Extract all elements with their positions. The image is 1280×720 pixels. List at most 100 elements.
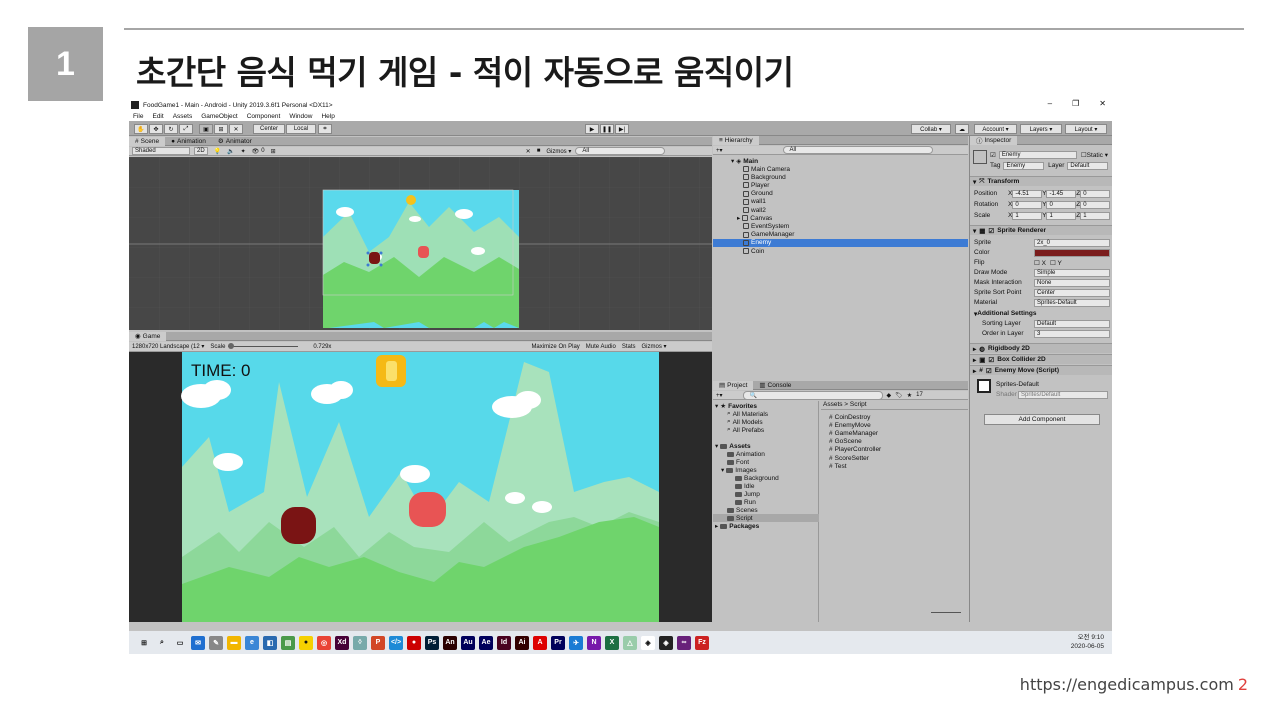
filter-label-icon[interactable]: 🏷	[895, 392, 903, 399]
order-input[interactable]: 3	[1034, 329, 1110, 338]
position-z[interactable]: 0	[1080, 189, 1111, 198]
menu-window[interactable]: Window	[289, 113, 312, 120]
layers-dropdown[interactable]: Layers ▾	[1020, 124, 1062, 134]
drawmode-dropdown[interactable]: Simple	[1034, 268, 1110, 277]
filezilla-icon[interactable]: Fz	[695, 635, 709, 650]
game-canvas[interactable]: TIME: 0	[129, 352, 712, 622]
hierarchy-item[interactable]: Ground	[713, 190, 968, 198]
indesign-icon[interactable]: Id	[497, 635, 511, 650]
rect-tool-icon[interactable]: ▣	[199, 124, 213, 134]
flip-y-checkbox[interactable]: ☐ Y	[1050, 259, 1062, 267]
sortlayer-dropdown[interactable]: Default	[1034, 319, 1110, 328]
game-player[interactable]	[409, 492, 446, 527]
kakaotalk-icon[interactable]: ●	[299, 635, 313, 650]
folder-script[interactable]: Script	[713, 514, 819, 522]
chevron-right-icon[interactable]: ▸	[737, 214, 740, 222]
tab-inspector[interactable]: ⓘ Inspector	[970, 135, 1018, 145]
collab-dropdown[interactable]: Collab ▾	[911, 124, 951, 134]
hierarchy-item[interactable]: Enemy	[713, 238, 968, 247]
shader-dropdown[interactable]: Sprites/Default	[1018, 390, 1108, 399]
menu-edit[interactable]: Edit	[152, 113, 163, 120]
task-view-icon[interactable]: ▭	[173, 636, 187, 650]
menu-file[interactable]: File	[133, 113, 143, 120]
chevron-down-icon[interactable]: ▾	[715, 402, 718, 410]
tag-dropdown[interactable]: Enemy	[1003, 161, 1045, 170]
layout-dropdown[interactable]: Layout ▾	[1065, 124, 1107, 134]
tab-animation[interactable]: ● Animation	[165, 137, 212, 146]
account-dropdown[interactable]: Account ▾	[974, 124, 1017, 134]
enable-checkbox[interactable]: ☑	[988, 227, 994, 235]
scale-tool-icon[interactable]: ⤢	[179, 124, 193, 134]
maximize-button[interactable]: ❐	[1072, 99, 1079, 108]
visibility-icon[interactable]: 👁	[252, 148, 260, 155]
acrobat-icon[interactable]: A	[533, 635, 547, 650]
visual-studio-icon[interactable]: ∞	[677, 635, 691, 650]
additional-settings[interactable]: ▾ Additional Settings	[974, 309, 1110, 318]
drive-icon[interactable]: △	[623, 635, 637, 650]
enable-checkbox[interactable]: ☑	[988, 356, 994, 364]
chevron-down-icon[interactable]: ▾	[721, 466, 724, 474]
mute-audio-toggle[interactable]: Mute Audio	[586, 344, 616, 350]
hand-tool-icon[interactable]: ✋	[134, 124, 148, 134]
app-icon[interactable]: ▤	[281, 635, 295, 650]
audition-icon[interactable]: Au	[461, 635, 475, 650]
chevron-down-icon[interactable]: ▾	[973, 178, 976, 186]
gizmos-dropdown[interactable]: Gizmos ▾	[546, 148, 571, 155]
scale-z[interactable]: 1	[1080, 211, 1111, 220]
audio-icon[interactable]: 🔈	[227, 148, 234, 155]
light-icon[interactable]: 💡	[214, 148, 221, 155]
record-icon[interactable]: ●	[407, 635, 421, 650]
rotation-x[interactable]: 0	[1012, 200, 1043, 209]
enemymove-header[interactable]: ▸ # ☑ Enemy Move (Script)	[970, 365, 1112, 375]
search-icon[interactable]: ⌕	[155, 636, 169, 650]
windows-start-icon[interactable]: ⊞	[137, 636, 151, 650]
scale-x[interactable]: 1	[1012, 211, 1043, 220]
camera-icon[interactable]: ■	[537, 148, 541, 154]
sprite-field[interactable]: 2x_0	[1034, 238, 1110, 247]
pause-button[interactable]: ❚❚	[600, 124, 614, 134]
chevron-down-icon[interactable]: ▾	[973, 227, 976, 235]
sortpoint-dropdown[interactable]: Center	[1034, 288, 1110, 297]
game-gizmos-dropdown[interactable]: Gizmos ▾	[642, 343, 667, 350]
unity-icon[interactable]: ◈	[659, 635, 673, 650]
illustrator-icon[interactable]: Ai	[515, 635, 529, 650]
scene-view[interactable]	[129, 157, 712, 330]
chevron-right-icon[interactable]: ▸	[973, 345, 976, 353]
hierarchy-item[interactable]: GameManager	[713, 231, 968, 239]
hierarchy-item[interactable]: Player	[713, 181, 968, 189]
hierarchy-item[interactable]: ▸ Canvas	[713, 214, 968, 223]
aftereffects-icon[interactable]: Ae	[479, 635, 493, 650]
sprite-renderer-header[interactable]: ▾ ▦ ☑ Sprite Renderer	[970, 225, 1112, 235]
project-breadcrumb[interactable]: Assets > Script	[821, 401, 968, 410]
chrome-icon[interactable]: ◎	[317, 635, 331, 650]
scale-slider[interactable]	[228, 343, 299, 349]
app-icon[interactable]: ✈	[569, 635, 583, 650]
menu-gameobject[interactable]: GameObject	[201, 113, 238, 120]
tab-console[interactable]: ▥ Console	[753, 381, 797, 390]
xd-icon[interactable]: Xd	[335, 635, 349, 650]
stats-toggle[interactable]: Stats	[622, 344, 636, 350]
explorer-icon[interactable]: ▬	[227, 635, 241, 650]
chevron-right-icon[interactable]: ▸	[973, 356, 976, 364]
maximize-on-play-toggle[interactable]: Maximize On Play	[531, 344, 579, 350]
game-enemy[interactable]	[281, 507, 316, 544]
snap-icon[interactable]: ⌗	[318, 124, 332, 134]
hierarchy-item[interactable]: wall1	[713, 198, 968, 206]
hierarchy-item[interactable]: Main Camera	[713, 165, 968, 173]
flip-x-checkbox[interactable]: ☐ X	[1034, 259, 1046, 267]
ie-icon[interactable]: e	[245, 635, 259, 650]
step-button[interactable]: ▶|	[615, 124, 629, 134]
premiere-icon[interactable]: Pr	[551, 635, 565, 650]
app-icon[interactable]: ◧	[263, 635, 277, 650]
excel-icon[interactable]: X	[605, 635, 619, 650]
close-button[interactable]: ✕	[1099, 99, 1106, 108]
grid-icon[interactable]: ⊞	[271, 148, 276, 155]
rotate-tool-icon[interactable]: ↻	[164, 124, 178, 134]
enable-checkbox[interactable]: ☑	[986, 367, 992, 375]
icon-size-slider[interactable]	[931, 612, 961, 613]
filter-type-icon[interactable]: ◆	[887, 392, 892, 399]
taskbar-clock[interactable]: 오전 9:10 2020-06-05	[1071, 633, 1104, 651]
static-dropdown[interactable]: Static ▾	[1087, 151, 1108, 159]
animate-icon[interactable]: An	[443, 635, 457, 650]
pivot-local-button[interactable]: Local	[286, 124, 316, 134]
